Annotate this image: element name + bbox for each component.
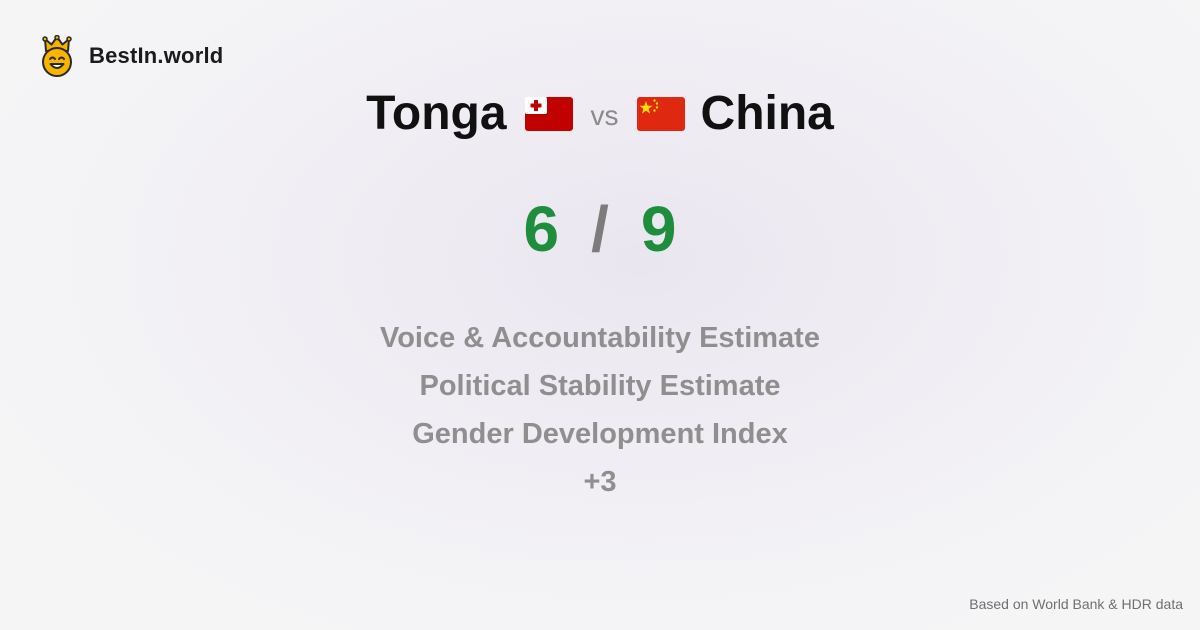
right-score: 9 bbox=[640, 193, 677, 265]
metrics-list: Voice & Accountability Estimate Politica… bbox=[0, 314, 1200, 506]
comparison-title: Tonga vs China bbox=[0, 86, 1200, 141]
left-score: 6 bbox=[523, 193, 560, 265]
brand[interactable]: BestIn.world bbox=[38, 35, 223, 77]
source-note: Based on World Bank & HDR data bbox=[969, 596, 1183, 612]
more-metrics-count: +3 bbox=[583, 466, 617, 498]
brand-name: BestIn.world bbox=[89, 43, 224, 68]
right-country-name: China bbox=[700, 87, 834, 140]
vs-label: vs bbox=[590, 99, 619, 131]
tonga-flag-icon bbox=[524, 96, 573, 131]
crown-smiley-icon bbox=[42, 35, 72, 77]
score-comparison: 6 / 9 bbox=[0, 192, 1200, 266]
metric-item: Political Stability Estimate bbox=[419, 370, 781, 402]
metric-item: Voice & Accountability Estimate bbox=[380, 322, 820, 354]
china-flag-icon bbox=[636, 96, 685, 131]
left-country-name: Tonga bbox=[366, 87, 507, 140]
score-separator: / bbox=[591, 193, 609, 265]
metric-item: Gender Development Index bbox=[412, 418, 788, 450]
